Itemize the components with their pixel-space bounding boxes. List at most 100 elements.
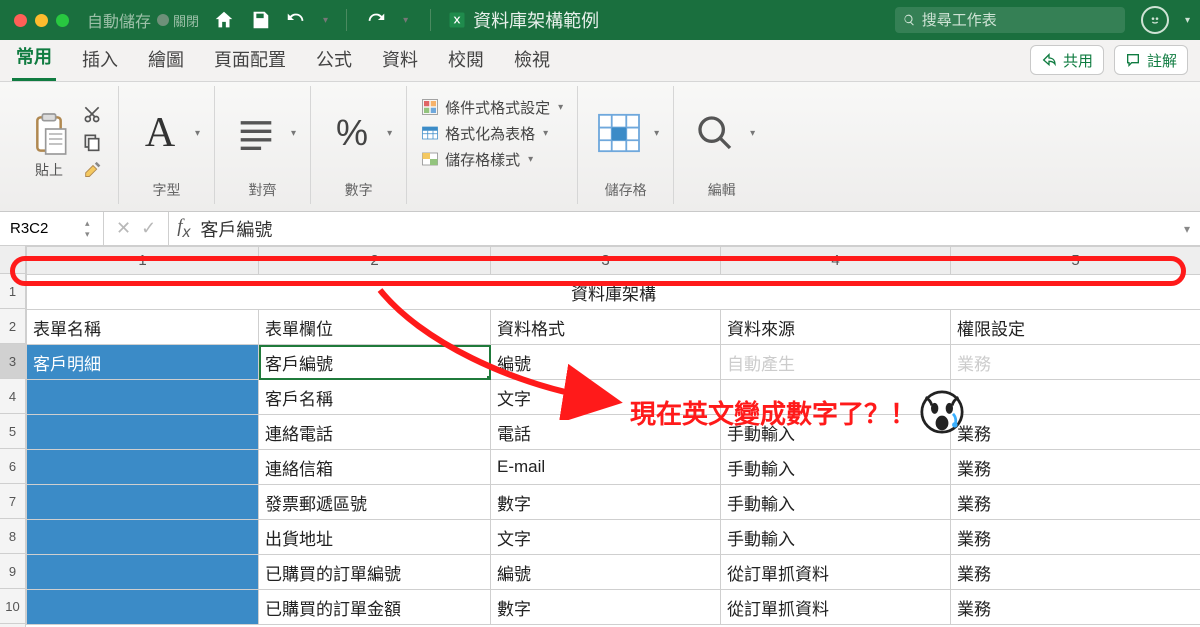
worksheet-grid[interactable]: 1 2 3 4 5 6 7 8 9 10 11 1 2 3 4 5 資料庫架構 … (0, 246, 1200, 627)
edit-button[interactable] (688, 108, 742, 158)
cell[interactable]: 出貨地址 (259, 520, 491, 555)
cell[interactable]: 資料來源 (721, 310, 951, 345)
account-dropdown-icon[interactable]: ▾ (1185, 15, 1190, 26)
comment-button[interactable]: 註解 (1114, 45, 1188, 75)
tab-draw[interactable]: 繪圖 (144, 37, 188, 81)
row-header[interactable]: 8 (0, 519, 26, 554)
number-dropdown-icon[interactable]: ▾ (387, 128, 392, 139)
number-button[interactable]: % (325, 108, 379, 158)
share-button[interactable]: 共用 (1030, 45, 1104, 75)
col-header[interactable]: 4 (721, 247, 951, 275)
cell[interactable]: 手動輸入 (721, 415, 951, 450)
tab-insert[interactable]: 插入 (78, 37, 122, 81)
account-icon[interactable] (1141, 6, 1169, 34)
cell[interactable]: 電話 (491, 415, 721, 450)
cell[interactable]: 手動輸入 (721, 520, 951, 555)
cell[interactable]: 業務 (951, 555, 1200, 590)
row-header[interactable]: 3 (0, 344, 26, 379)
cell[interactable]: 已購買的訂單編號 (259, 555, 491, 590)
home-icon[interactable] (213, 9, 235, 31)
namebox-stepper[interactable]: ▴▾ (85, 218, 101, 240)
cell[interactable]: 手動輸入 (721, 450, 951, 485)
cell[interactable]: 業務 (951, 590, 1200, 625)
maximize-window-icon[interactable] (56, 14, 69, 27)
cell[interactable]: 表單名稱 (27, 310, 259, 345)
cancel-edit-icon[interactable]: ✕ (116, 218, 131, 239)
tab-page-layout[interactable]: 頁面配置 (210, 37, 290, 81)
align-button[interactable] (229, 108, 283, 158)
confirm-edit-icon[interactable]: ✓ (141, 218, 156, 239)
tab-data[interactable]: 資料 (378, 37, 422, 81)
name-box[interactable]: R3C2 ▴▾ (0, 212, 104, 245)
conditional-format-button[interactable]: 條件式格式設定▾ (421, 94, 563, 120)
tab-view[interactable]: 檢視 (510, 37, 554, 81)
cell[interactable]: 發票郵遞區號 (259, 485, 491, 520)
cell[interactable]: 客戶明細 (27, 345, 259, 380)
copy-icon[interactable] (82, 132, 104, 157)
fx-icon[interactable]: fx (169, 216, 198, 242)
cell[interactable]: 自動產生 (721, 345, 951, 380)
search-sheets[interactable] (895, 7, 1125, 33)
tab-home[interactable]: 常用 (12, 34, 56, 81)
row-header[interactable]: 2 (0, 309, 26, 344)
row-header[interactable]: 6 (0, 449, 26, 484)
cell[interactable] (27, 380, 259, 415)
format-as-table-button[interactable]: 格式化為表格▾ (421, 120, 548, 146)
cell[interactable]: 連絡電話 (259, 415, 491, 450)
cell[interactable] (27, 415, 259, 450)
col-header[interactable]: 3 (491, 247, 721, 275)
cell[interactable] (27, 555, 259, 590)
cell[interactable] (27, 485, 259, 520)
cell[interactable]: 文字 (491, 380, 721, 415)
cell[interactable] (27, 450, 259, 485)
cell[interactable]: 手動輸入 (721, 485, 951, 520)
search-input[interactable] (922, 12, 1115, 29)
cell[interactable] (951, 380, 1200, 415)
cell[interactable]: 連絡信箱 (259, 450, 491, 485)
cell[interactable]: 業務 (951, 415, 1200, 450)
cut-icon[interactable] (82, 104, 104, 129)
cell[interactable] (27, 590, 259, 625)
cell-styles-button[interactable]: 儲存格樣式▾ (421, 146, 533, 172)
row-header[interactable]: 9 (0, 554, 26, 589)
cell[interactable]: 從訂單抓資料 (721, 590, 951, 625)
cell[interactable]: 業務 (951, 345, 1200, 380)
redo-dropdown-icon[interactable]: ▾ (403, 15, 408, 26)
cell[interactable]: 資料庫架構 (27, 275, 1200, 310)
cells-dropdown-icon[interactable]: ▾ (654, 128, 659, 139)
row-header[interactable]: 10 (0, 589, 26, 624)
cell[interactable]: 編號 (491, 555, 721, 590)
autosave-toggle[interactable]: 關閉 (157, 11, 199, 30)
row-header[interactable]: 1 (0, 274, 26, 309)
cell[interactable]: 業務 (951, 450, 1200, 485)
cell[interactable]: 數字 (491, 590, 721, 625)
col-header[interactable]: 2 (259, 247, 491, 275)
undo-icon[interactable] (285, 9, 307, 31)
edit-dropdown-icon[interactable]: ▾ (750, 128, 755, 139)
col-header[interactable]: 5 (951, 247, 1200, 275)
cell[interactable]: 從訂單抓資料 (721, 555, 951, 590)
cell[interactable]: 文字 (491, 520, 721, 555)
font-button[interactable]: A (133, 108, 187, 158)
cell[interactable] (27, 520, 259, 555)
cell[interactable]: 編號 (491, 345, 721, 380)
tab-formulas[interactable]: 公式 (312, 37, 356, 81)
cell[interactable]: 業務 (951, 485, 1200, 520)
cell[interactable]: E-mail (491, 450, 721, 485)
row-header[interactable]: 4 (0, 379, 26, 414)
cell[interactable]: 表單欄位 (259, 310, 491, 345)
formula-content[interactable]: 客戶編號 (198, 216, 272, 242)
save-icon[interactable] (249, 9, 271, 31)
cells-button[interactable] (592, 108, 646, 158)
row-header[interactable]: 5 (0, 414, 26, 449)
minimize-window-icon[interactable] (35, 14, 48, 27)
cell-active[interactable]: 客戶編號 (259, 345, 491, 380)
col-header[interactable]: 1 (27, 247, 259, 275)
formula-expand-icon[interactable]: ▾ (1184, 222, 1200, 236)
cell[interactable]: 數字 (491, 485, 721, 520)
font-dropdown-icon[interactable]: ▾ (195, 128, 200, 139)
select-all-corner[interactable] (0, 246, 26, 274)
align-dropdown-icon[interactable]: ▾ (291, 128, 296, 139)
cell[interactable]: 已購買的訂單金額 (259, 590, 491, 625)
row-header[interactable]: 7 (0, 484, 26, 519)
